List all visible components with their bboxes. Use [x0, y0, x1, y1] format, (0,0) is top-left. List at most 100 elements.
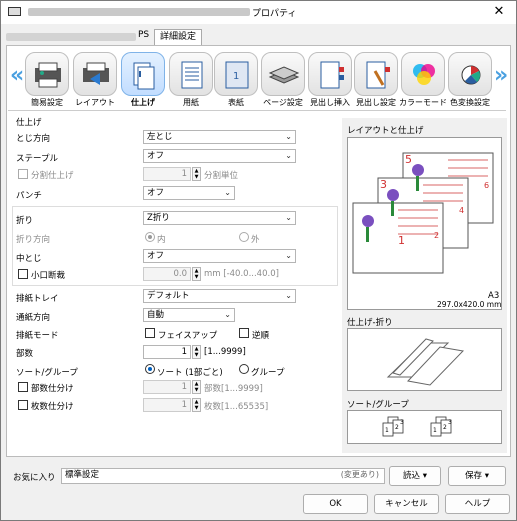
read-button[interactable]: 読込 ▾: [389, 466, 441, 486]
sort-num-3a: 3: [400, 419, 404, 426]
scroll-right-icon[interactable]: »: [494, 63, 508, 88]
fold-preview-title: 仕上げ-折り: [347, 318, 393, 328]
page-1: 1: [398, 234, 405, 247]
punch-label: パンチ: [16, 191, 42, 201]
tab-main-redacted[interactable]: [6, 33, 136, 41]
copy-separation-label: 部数仕分け: [31, 384, 74, 394]
tab-main-suffix[interactable]: PS: [138, 30, 149, 40]
tab-insert-icon[interactable]: [308, 52, 352, 96]
close-button[interactable]: ✕: [484, 2, 514, 22]
z-fold-icon: [386, 338, 465, 386]
window-title: プロパティ: [252, 9, 297, 19]
save-label: 保存: [465, 471, 483, 481]
trim-checkbox[interactable]: [18, 269, 28, 279]
copy-separation-stepper[interactable]: ▲ ▼: [192, 380, 201, 394]
face-up-label: フェイスアップ: [158, 331, 218, 341]
sort-num-3b: 3: [448, 419, 452, 426]
svg-text:1: 1: [233, 71, 239, 82]
sort-preview: 1 2 3 1 2 3: [347, 410, 502, 444]
chevron-down-icon: ⌄: [285, 132, 292, 141]
split-label: 分割仕上げ: [31, 171, 74, 181]
collate-icon: 1 2 3 1 2 3: [382, 416, 452, 437]
binding-value: 左とじ: [147, 132, 173, 142]
sort-num-1a: 1: [385, 427, 389, 434]
fold-outer-radio[interactable]: [239, 232, 249, 242]
split-stepper[interactable]: ▲ ▼: [192, 167, 201, 181]
fold-preview: [347, 328, 502, 391]
tray-value: デフォルト: [147, 291, 190, 301]
copies-stepper[interactable]: ▲ ▼: [192, 345, 201, 359]
page-2: 2: [434, 231, 439, 240]
staple-select[interactable]: オフ ⌄: [143, 149, 296, 163]
fold-outer-label: 外: [251, 235, 260, 245]
color-mode-icon[interactable]: [401, 52, 445, 96]
favorites-value: 標準設定: [65, 470, 100, 480]
copy-separation-checkbox[interactable]: [18, 382, 28, 392]
saddle-value: オフ: [147, 251, 165, 261]
chevron-down-icon: ⌄: [285, 251, 292, 260]
page-setup-icon[interactable]: [261, 52, 305, 96]
toolbar-divider: [8, 110, 506, 111]
tab-settings-icon[interactable]: [354, 52, 398, 96]
sheet-separation-checkbox[interactable]: [18, 400, 28, 410]
feed-select[interactable]: 自動 ⌄: [143, 308, 235, 322]
favorites-field[interactable]: 標準設定 (変更あり): [61, 468, 385, 484]
reverse-checkbox[interactable]: [239, 328, 249, 338]
ok-button[interactable]: OK: [303, 494, 368, 514]
trim-stepper[interactable]: ▲ ▼: [192, 267, 201, 281]
saddle-select[interactable]: オフ ⌄: [143, 249, 296, 263]
fold-direction-label: 折り方向: [16, 235, 51, 245]
split-input[interactable]: 1: [143, 167, 191, 181]
help-button[interactable]: ヘルプ: [445, 494, 510, 514]
binding-select[interactable]: 左とじ ⌄: [143, 130, 296, 144]
punch-value: オフ: [147, 188, 165, 198]
finishing-icon[interactable]: [121, 52, 165, 96]
copy-separation-input[interactable]: 1: [143, 380, 191, 394]
trim-input[interactable]: 0.0: [143, 267, 191, 281]
scroll-left-icon[interactable]: «: [10, 63, 24, 88]
copies-range: [1...9999]: [204, 347, 246, 357]
fold-inner-radio[interactable]: [145, 232, 155, 242]
cover-icon[interactable]: 1: [214, 52, 258, 96]
chevron-down-icon: ⌄: [285, 291, 292, 300]
split-checkbox[interactable]: [18, 169, 28, 179]
color-conversion-icon[interactable]: [448, 52, 492, 96]
saddle-label: 中とじ: [16, 254, 42, 264]
page-4: 4: [459, 206, 464, 215]
sheet-separation-stepper[interactable]: ▲ ▼: [192, 398, 201, 412]
tray-select[interactable]: デフォルト ⌄: [143, 289, 296, 303]
group-option-label: グループ: [251, 368, 285, 378]
chevron-down-icon: ⌄: [224, 188, 231, 197]
fold-label: 折り: [16, 216, 34, 226]
copies-input[interactable]: 1: [143, 345, 191, 359]
face-up-checkbox[interactable]: [145, 328, 155, 338]
copies-label: 部数: [16, 349, 34, 359]
title-printer-name-redacted: [28, 8, 250, 16]
page-5: 5: [405, 153, 412, 166]
sheet-separation-input[interactable]: 1: [143, 398, 191, 412]
group-radio[interactable]: [239, 364, 249, 374]
fold-select[interactable]: Z折り ⌄: [143, 211, 296, 225]
save-button[interactable]: 保存 ▾: [448, 466, 506, 486]
paper-dims-label: 297.0x420.0 mm: [437, 300, 502, 309]
chevron-down-icon: ⌄: [224, 310, 231, 319]
toolbar-label-color-conversion[interactable]: 色変換設定: [442, 97, 498, 108]
paper-icon[interactable]: [169, 52, 213, 96]
sort-num-1b: 1: [433, 427, 437, 434]
easy-settings-icon[interactable]: [25, 52, 69, 96]
copy-separation-unit: 部数[1...9999]: [204, 384, 263, 394]
staple-label: ステープル: [16, 154, 58, 164]
sort-radio[interactable]: [145, 364, 155, 374]
layout-icon[interactable]: [73, 52, 117, 96]
cancel-button[interactable]: キャンセル: [374, 494, 439, 514]
tray-label: 排紙トレイ: [16, 294, 59, 304]
page-6: 6: [484, 181, 489, 190]
section-title: 仕上げ: [16, 118, 42, 128]
feed-label: 通紙方向: [16, 313, 51, 323]
feed-value: 自動: [147, 310, 165, 320]
punch-select[interactable]: オフ ⌄: [143, 186, 235, 200]
reverse-label: 逆順: [252, 331, 270, 341]
tab-detail-settings[interactable]: 詳細設定: [154, 29, 202, 45]
sheet-separation-label: 枚数仕分け: [31, 402, 74, 412]
split-unit: 分割単位: [204, 171, 239, 181]
